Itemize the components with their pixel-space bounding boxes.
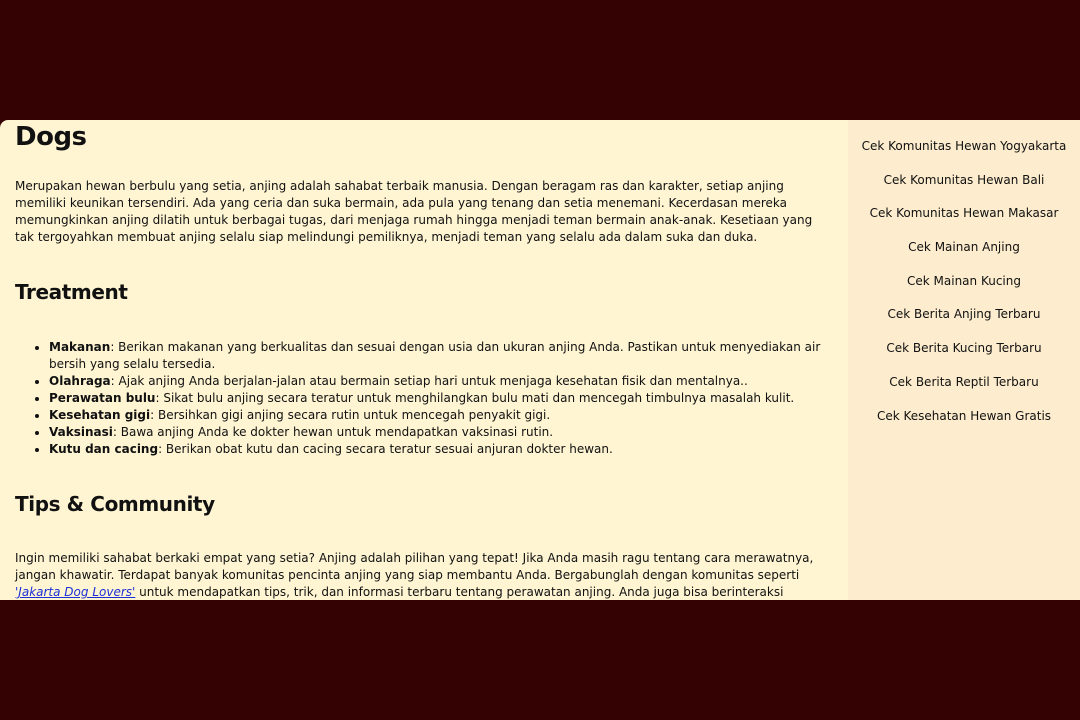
list-item-text: : Bersihkan gigi anjing secara rutin unt…	[150, 408, 551, 422]
treatment-heading: Treatment	[15, 280, 128, 304]
list-item-term: Makanan	[49, 340, 111, 354]
list-item-text: : Berikan makanan yang berkualitas dan s…	[49, 340, 821, 371]
main-content: Dogs Merupakan hewan berbulu yang setia,…	[0, 120, 848, 600]
sidebar-link-berita-anjing[interactable]: Cek Berita Anjing Terbaru	[848, 307, 1080, 341]
tips-paragraph: Ingin memiliki sahabat berkaki empat yan…	[15, 550, 815, 600]
list-item: Makanan: Berikan makanan yang berkualita…	[49, 339, 859, 373]
list-item-text: : Bawa anjing Anda ke dokter hewan untuk…	[112, 425, 554, 439]
list-item: Vaksinasi: Bawa anjing Anda ke dokter he…	[49, 424, 859, 441]
jakarta-dog-lovers-link[interactable]: 'Jakarta Dog Lovers'	[15, 585, 135, 599]
sidebar: Cek Komunitas Hewan Yogyakarta Cek Komun…	[848, 120, 1080, 600]
list-item: Kutu dan cacing: Berikan obat kutu dan c…	[49, 441, 859, 458]
list-item-text: : Berikan obat kutu dan cacing secara te…	[158, 442, 613, 456]
sidebar-link-berita-reptil[interactable]: Cek Berita Reptil Terbaru	[848, 375, 1080, 409]
sidebar-link-mainan-kucing[interactable]: Cek Mainan Kucing	[848, 274, 1080, 308]
list-item-term: Vaksinasi	[49, 425, 113, 439]
sidebar-link-komunitas-bali[interactable]: Cek Komunitas Hewan Bali	[848, 173, 1080, 207]
list-item-term: Perawatan bulu	[49, 391, 156, 405]
tips-text-before: Ingin memiliki sahabat berkaki empat yan…	[15, 551, 814, 582]
sidebar-link-kesehatan-hewan[interactable]: Cek Kesehatan Hewan Gratis	[848, 409, 1080, 443]
tips-heading: Tips & Community	[15, 492, 215, 516]
sidebar-link-komunitas-makasar[interactable]: Cek Komunitas Hewan Makasar	[848, 206, 1080, 240]
page-viewport: Dogs Merupakan hewan berbulu yang setia,…	[0, 120, 1080, 600]
list-item: Kesehatan gigi: Bersihkan gigi anjing se…	[49, 407, 859, 424]
list-item-text: : Ajak anjing Anda berjalan-jalan atau b…	[110, 374, 748, 388]
list-item-term: Kutu dan cacing	[49, 442, 159, 456]
list-item-term: Kesehatan gigi	[49, 408, 151, 422]
sidebar-link-komunitas-yogyakarta[interactable]: Cek Komunitas Hewan Yogyakarta	[848, 139, 1080, 173]
list-item: Olahraga: Ajak anjing Anda berjalan-jala…	[49, 373, 859, 390]
sidebar-link-mainan-anjing[interactable]: Cek Mainan Anjing	[848, 240, 1080, 274]
intro-paragraph: Merupakan hewan berbulu yang setia, anji…	[15, 179, 813, 244]
page-title: Dogs	[15, 122, 87, 152]
sidebar-links: Cek Komunitas Hewan Yogyakarta Cek Komun…	[848, 139, 1080, 442]
list-item-text: : Sikat bulu anjing secara teratur untuk…	[155, 391, 795, 405]
sidebar-link-berita-kucing[interactable]: Cek Berita Kucing Terbaru	[848, 341, 1080, 375]
treatment-list: Makanan: Berikan makanan yang berkualita…	[15, 339, 859, 458]
list-item-term: Olahraga	[49, 374, 111, 388]
list-item: Perawatan bulu: Sikat bulu anjing secara…	[49, 390, 859, 407]
